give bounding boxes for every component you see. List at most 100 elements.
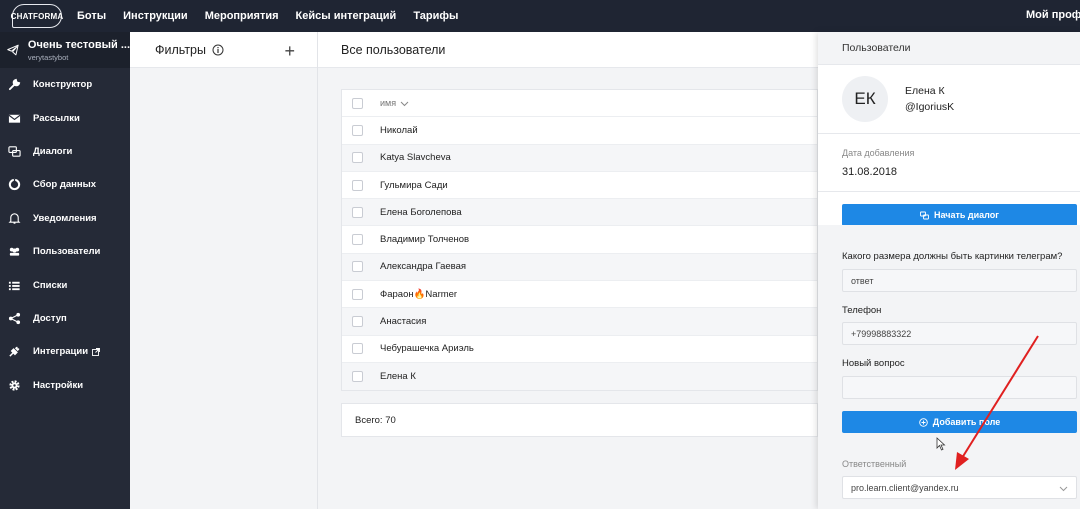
avatar: ЕК — [842, 76, 888, 122]
question-answer-field[interactable]: ответ — [842, 269, 1077, 292]
user-name-cell: Елена К — [380, 371, 416, 383]
row-checkbox[interactable] — [352, 234, 363, 246]
add-field-button[interactable]: Добавить поле — [842, 411, 1077, 433]
table-row[interactable]: Александра Гаевая — [342, 253, 817, 282]
row-checkbox[interactable] — [352, 206, 363, 218]
sidebar-item-integrations[interactable]: Интеграции — [0, 335, 130, 368]
users-icon — [7, 245, 21, 259]
add-filter-plus-icon[interactable]: + — [284, 41, 295, 62]
row-checkbox[interactable] — [352, 179, 363, 191]
sidebar-item-users[interactable]: Пользователи — [0, 235, 130, 268]
sidebar-item-data-collection[interactable]: Сбор данных — [0, 168, 130, 201]
row-checkbox[interactable] — [352, 124, 363, 136]
user-name: Елена К — [905, 85, 945, 97]
date-added-label: Дата добавления — [842, 148, 915, 158]
bot-username: verytastybot — [27, 52, 69, 62]
row-checkbox[interactable] — [352, 261, 363, 273]
row-checkbox[interactable] — [352, 152, 363, 164]
list-icon — [7, 278, 21, 292]
sidebar-item-label: Настройки — [33, 379, 84, 391]
panel-title: Пользователи — [842, 42, 911, 54]
user-detail-panel: Пользователи ЕК Елена К @IgoriusK Дата д… — [818, 32, 1080, 509]
filters-panel: Фильтры + — [130, 32, 318, 509]
column-header-name[interactable]: имя — [380, 98, 396, 108]
table-row[interactable]: Владимир Толченов — [342, 226, 817, 254]
sidebar-item-dialogs[interactable]: Диалоги — [0, 135, 130, 168]
sidebar-item-notifications[interactable]: Уведомления — [0, 202, 130, 235]
nav-bots[interactable]: Боты — [77, 10, 106, 22]
user-name-cell: Владимир Толченов — [380, 234, 470, 246]
nav-pricing[interactable]: Тарифы — [413, 10, 458, 22]
sidebar-item-lists[interactable]: Списки — [0, 268, 130, 301]
sidebar-item-label: Конструктор — [33, 79, 93, 91]
table-row[interactable]: Елена Боголепова — [342, 199, 817, 227]
filters-header: Фильтры + — [130, 32, 317, 68]
top-nav: CHATFORMA Боты Инструкции Мероприятия Ке… — [0, 0, 1080, 32]
add-field-label: Добавить поле — [932, 417, 1001, 427]
nav-integration-cases[interactable]: Кейсы интеграций — [296, 10, 397, 22]
sidebar-item-label: Доступ — [33, 312, 67, 324]
chatforma-logo[interactable]: CHATFORMA — [11, 4, 63, 28]
sidebar-item-label: Интеграции — [33, 346, 89, 358]
row-checkbox[interactable] — [352, 371, 363, 383]
sidebar-item-settings[interactable]: Настройки — [0, 369, 130, 402]
gear-icon — [7, 378, 21, 392]
table-row[interactable]: Николай — [342, 117, 817, 145]
plug-icon — [7, 345, 21, 359]
chevron-down-icon — [1059, 486, 1068, 492]
page-title: Все пользователи — [341, 42, 446, 57]
user-name-cell: Анастасия — [380, 316, 427, 328]
phone-field[interactable]: +79998883322 — [842, 322, 1077, 345]
info-icon[interactable] — [212, 44, 224, 56]
table-row[interactable]: Katya Slavcheva — [342, 144, 817, 172]
panel-header: Пользователи — [818, 32, 1080, 65]
bot-selector[interactable]: Очень тестовый ... verytastybot — [0, 32, 130, 68]
divider — [818, 133, 1080, 134]
sidebar-item-label: Уведомления — [33, 212, 97, 224]
question-label: Какого размера должны быть картинки теле… — [842, 251, 1063, 262]
table-row[interactable]: Гульмира Сади — [342, 172, 817, 200]
chat-icon — [7, 144, 21, 158]
new-question-label: Новый вопрос — [842, 358, 905, 369]
row-checkbox[interactable] — [352, 288, 363, 300]
share-icon — [7, 311, 21, 325]
chevron-down-icon[interactable] — [400, 99, 409, 108]
main-header: Все пользователи — [318, 32, 818, 68]
table-row[interactable]: Елена К — [342, 362, 817, 391]
table-row[interactable]: Анастасия — [342, 308, 817, 336]
user-fields: Какого размера должны быть картинки теле… — [818, 225, 1080, 509]
select-all-checkbox[interactable] — [352, 97, 363, 109]
user-name-cell: Александра Гаевая — [380, 261, 467, 273]
nav-events[interactable]: Мероприятия — [205, 10, 279, 22]
sidebar-item-label: Рассылки — [33, 112, 80, 124]
user-profile: ЕК Елена К @IgoriusK — [818, 65, 1080, 133]
responsible-select[interactable]: pro.learn.client@yandex.ru — [842, 476, 1077, 499]
start-dialog-button[interactable]: Начать диалог — [842, 204, 1077, 226]
start-dialog-label: Начать диалог — [933, 210, 1000, 220]
nav-instructions[interactable]: Инструкции — [123, 10, 188, 22]
row-checkbox[interactable] — [352, 316, 363, 328]
table-row[interactable]: Фараон🔥Narmer — [342, 281, 817, 309]
users-table: имя Николай Katya Slavcheva Гульмира Сад… — [341, 89, 818, 392]
pie-chart-icon — [7, 178, 21, 192]
row-checkbox[interactable] — [352, 343, 363, 355]
responsible-label: Ответственный — [842, 459, 907, 469]
bot-name: Очень тестовый ... — [27, 38, 130, 51]
sidebar-item-label: Диалоги — [33, 145, 73, 157]
bell-icon — [7, 211, 21, 225]
sidebar-item-constructor[interactable]: Конструктор — [0, 68, 130, 101]
sidebar: Очень тестовый ... verytastybot Конструк… — [0, 32, 130, 509]
sidebar-item-mailings[interactable]: Рассылки — [0, 101, 130, 134]
external-link-icon — [92, 347, 101, 356]
date-added-value: 31.08.2018 — [842, 166, 898, 178]
mouse-cursor-icon — [936, 437, 946, 451]
sidebar-item-label: Списки — [33, 279, 68, 291]
new-question-field[interactable] — [842, 376, 1077, 399]
total-count: Всего: 70 — [341, 403, 818, 437]
table-row[interactable]: Чебурашечка Ариэль — [342, 336, 817, 363]
sidebar-item-label: Сбор данных — [33, 179, 97, 191]
responsible-value: pro.learn.client@yandex.ru — [851, 482, 959, 493]
filters-title: Фильтры — [155, 42, 206, 57]
sidebar-item-access[interactable]: Доступ — [0, 302, 130, 335]
nav-profile[interactable]: Мой профиль — [1026, 9, 1080, 21]
